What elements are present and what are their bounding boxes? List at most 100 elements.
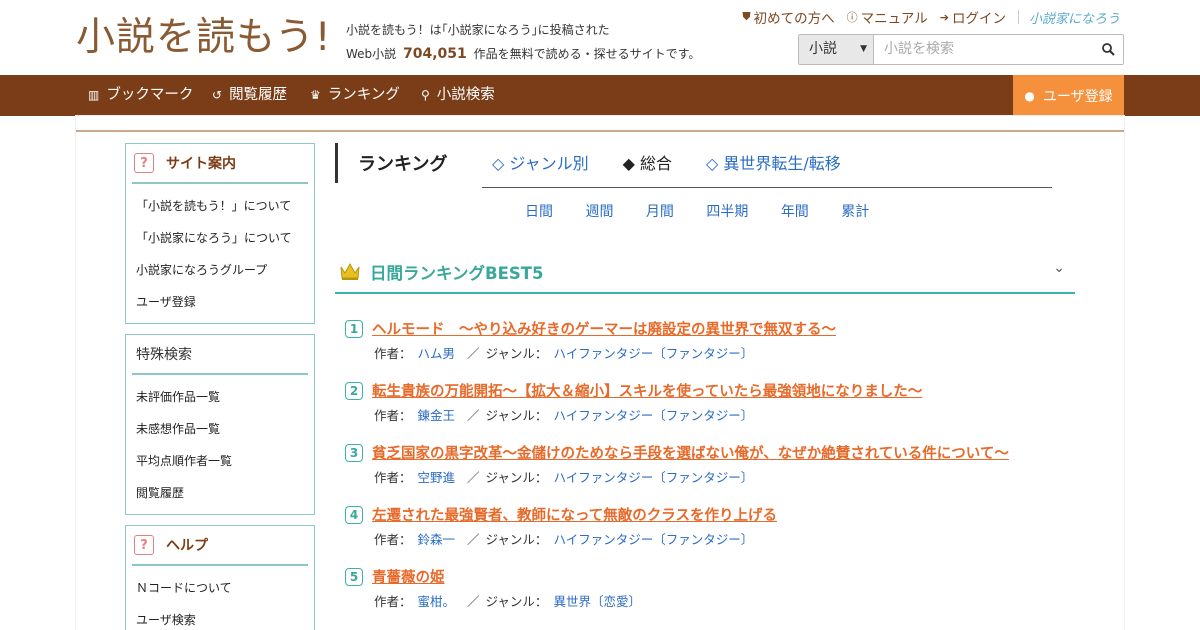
login-icon: ➔ bbox=[939, 10, 949, 24]
author-label: 作者： bbox=[374, 594, 412, 609]
period-daily[interactable]: 日間 bbox=[525, 201, 553, 221]
novel-meta: 作者： ハム男 ／ ジャンル： ハイファンタジー〔ファンタジー〕 bbox=[374, 343, 753, 362]
novel-title-link[interactable]: 転生貴族の万能開拓～【拡大＆縮小】スキルを使っていたら最強領地になりました～ bbox=[372, 380, 922, 401]
tab-overall[interactable]: ◆ 総合 bbox=[623, 150, 672, 174]
author-link[interactable]: 空野進 bbox=[418, 470, 456, 485]
help-box: ? ヘルプ Ｎコードについて ユーザ検索 bbox=[125, 525, 315, 630]
author-link[interactable]: ハム男 bbox=[418, 346, 456, 361]
author-label: 作者： bbox=[374, 346, 412, 361]
period-quarterly[interactable]: 四半期 bbox=[706, 201, 748, 221]
novel-meta: 作者： 蜜柑。 ／ ジャンル： 異世界〔恋愛〕 bbox=[374, 591, 641, 610]
genre-label: ジャンル： bbox=[485, 594, 548, 609]
site-guide-title: ? サイト案内 bbox=[132, 144, 308, 184]
nav-history-label: 閲覧履歴 bbox=[229, 87, 288, 103]
novel-title-link[interactable]: 貧乏国家の黒字改革〜金儲けのためなら手段を選ばない俺が、なぜか絶賛されている件に… bbox=[372, 442, 1009, 463]
novel-meta: 作者： 空野進 ／ ジャンル： ハイファンタジー〔ファンタジー〕 bbox=[374, 467, 753, 486]
sidebar-item-unrated[interactable]: 未評価作品一覧 bbox=[136, 381, 314, 413]
meta-separator: ／ bbox=[467, 470, 480, 485]
genre-label: ジャンル： bbox=[485, 346, 548, 361]
site-logo[interactable]: 小説を読もう! bbox=[76, 14, 331, 62]
nav-ranking[interactable]: ♛ ランキング bbox=[310, 75, 400, 116]
search-icon bbox=[1101, 43, 1115, 56]
manual-link[interactable]: ⓘ マニュアル bbox=[847, 7, 928, 27]
period-links: 日間 週間 月間 四半期 年間 累計 bbox=[525, 201, 897, 221]
ranking-heading: ランキング bbox=[335, 143, 447, 183]
genre-link[interactable]: ハイファンタジー〔ファンタジー〕 bbox=[553, 346, 753, 361]
author-label: 作者： bbox=[374, 408, 412, 423]
nav-history[interactable]: ↺ 閲覧履歴 bbox=[212, 75, 287, 116]
site-guide-box: ? サイト案内 「小説を読もう！」について 「小説家になろう」について 小説家にな… bbox=[125, 143, 315, 324]
beginners-label: 初めての方へ bbox=[753, 11, 835, 27]
manual-label: マニュアル bbox=[860, 11, 928, 27]
meta-separator: ／ bbox=[467, 408, 480, 423]
sidebar-item-about-narou[interactable]: 「小説家になろう」について bbox=[136, 222, 314, 254]
genre-label: ジャンル： bbox=[485, 470, 548, 485]
period-weekly[interactable]: 週間 bbox=[585, 201, 613, 221]
work-count: 704,051 bbox=[403, 46, 467, 62]
nav-bookmark-label: ブックマーク bbox=[106, 87, 194, 103]
user-icon: ● bbox=[1024, 88, 1035, 103]
sidebar-item-avg-authors[interactable]: 平均点順作者一覧 bbox=[136, 445, 314, 477]
novel-title-link[interactable]: ヘルモード ～やり込み好きのゲーマーは廃設定の異世界で無双する～ bbox=[372, 318, 836, 339]
rank-badge: 4 bbox=[345, 506, 363, 524]
tagline-line1: 小説を読もう！は｢小説家になろう｣に投稿された bbox=[346, 23, 610, 37]
shield-icon: ⛊ bbox=[742, 10, 751, 23]
rank-badge: 5 bbox=[345, 568, 363, 586]
question-icon: ? bbox=[134, 153, 154, 173]
nav-search-label: 小説検索 bbox=[436, 87, 495, 103]
question-icon: ? bbox=[134, 535, 154, 555]
narou-logo[interactable]: 小説家になろう bbox=[1029, 8, 1120, 27]
author-link[interactable]: 鈴森一 bbox=[418, 532, 456, 547]
period-total[interactable]: 累計 bbox=[841, 201, 869, 221]
genre-link[interactable]: ハイファンタジー〔ファンタジー〕 bbox=[553, 470, 753, 485]
genre-link[interactable]: ハイファンタジー〔ファンタジー〕 bbox=[553, 408, 753, 423]
question-circle-icon: ⓘ bbox=[846, 11, 858, 24]
search-bar: 小説 ▼ 小説を検索 bbox=[798, 34, 1124, 65]
nav-bookmark[interactable]: ▥ ブックマーク bbox=[88, 75, 193, 116]
chevron-down-icon[interactable]: ⌄ bbox=[1053, 260, 1065, 276]
help-title: ? ヘルプ bbox=[132, 526, 308, 566]
sidebar-item-ncode[interactable]: Ｎコードについて bbox=[136, 572, 314, 604]
period-yearly[interactable]: 年間 bbox=[781, 201, 809, 221]
chevron-down-icon: ▼ bbox=[860, 44, 867, 54]
site-header: 小説を読もう! 小説を読もう！は｢小説家になろう｣に投稿された Web小説 70… bbox=[0, 0, 1200, 75]
search-type-select[interactable]: 小説 ▼ bbox=[799, 35, 874, 64]
author-link[interactable]: 錬金王 bbox=[418, 408, 456, 423]
login-label: ログイン bbox=[951, 11, 1006, 27]
genre-link[interactable]: 異世界〔恋愛〕 bbox=[553, 594, 641, 609]
sidebar-item-about-yomou[interactable]: 「小説を読もう！」について bbox=[136, 190, 314, 222]
tab-genre[interactable]: ◇ ジャンル別 bbox=[492, 150, 589, 174]
rank-badge: 2 bbox=[345, 382, 363, 400]
rank-badge: 1 bbox=[345, 320, 363, 338]
novel-title-link[interactable]: 青薔薇の姫 bbox=[372, 566, 445, 587]
sidebar-item-history[interactable]: 閲覧履歴 bbox=[136, 477, 314, 509]
top-links: ⛊ 初めての方へ ⓘ マニュアル ➔ ログイン 小説家になろう bbox=[730, 7, 1120, 27]
best5-header[interactable]: 日間ランキングBEST5 ⌄ bbox=[335, 252, 1075, 294]
author-link[interactable]: 蜜柑。 bbox=[418, 594, 456, 609]
ranking-heading-text: ランキング bbox=[358, 154, 448, 175]
sidebar-item-no-review[interactable]: 未感想作品一覧 bbox=[136, 413, 314, 445]
login-link[interactable]: ➔ ログイン bbox=[939, 7, 1006, 28]
search-button[interactable] bbox=[1093, 35, 1123, 64]
genre-link[interactable]: ハイファンタジー〔ファンタジー〕 bbox=[553, 532, 753, 547]
search-input[interactable]: 小説を検索 bbox=[874, 35, 1093, 64]
period-monthly[interactable]: 月間 bbox=[646, 201, 674, 221]
tab-isekai[interactable]: ◇ 異世界転生/転移 bbox=[706, 150, 841, 174]
nav-search[interactable]: ⚲ 小説検索 bbox=[421, 75, 495, 116]
sidebar-item-user-search[interactable]: ユーザ検索 bbox=[136, 604, 314, 630]
beginners-link[interactable]: ⛊ 初めての方へ bbox=[742, 7, 834, 27]
panel-divider bbox=[76, 130, 1124, 132]
novel-title-link[interactable]: 左遷された最強賢者、教師になって無敵のクラスを作り上げる bbox=[372, 504, 777, 525]
history-icon: ↺ bbox=[212, 88, 223, 102]
site-guide-title-text: サイト案内 bbox=[166, 156, 236, 172]
crown-icon bbox=[340, 262, 360, 280]
tagline-prefix: Web小説 bbox=[346, 47, 397, 61]
divider bbox=[1017, 10, 1019, 24]
sidebar-item-group[interactable]: 小説家になろうグループ bbox=[136, 254, 314, 286]
site-tagline: 小説を読もう！は｢小説家になろう｣に投稿された Web小説 704,051 作品… bbox=[346, 18, 700, 66]
sidebar-item-register[interactable]: ユーザ登録 bbox=[136, 286, 314, 318]
ranking-tabs: ◇ ジャンル別 ◆ 総合 ◇ 異世界転生/転移 bbox=[492, 150, 875, 174]
register-button[interactable]: ● ユーザ登録 bbox=[1013, 75, 1124, 116]
special-search-title: 特殊検索 bbox=[132, 335, 308, 375]
nav-ranking-label: ランキング bbox=[327, 87, 400, 103]
